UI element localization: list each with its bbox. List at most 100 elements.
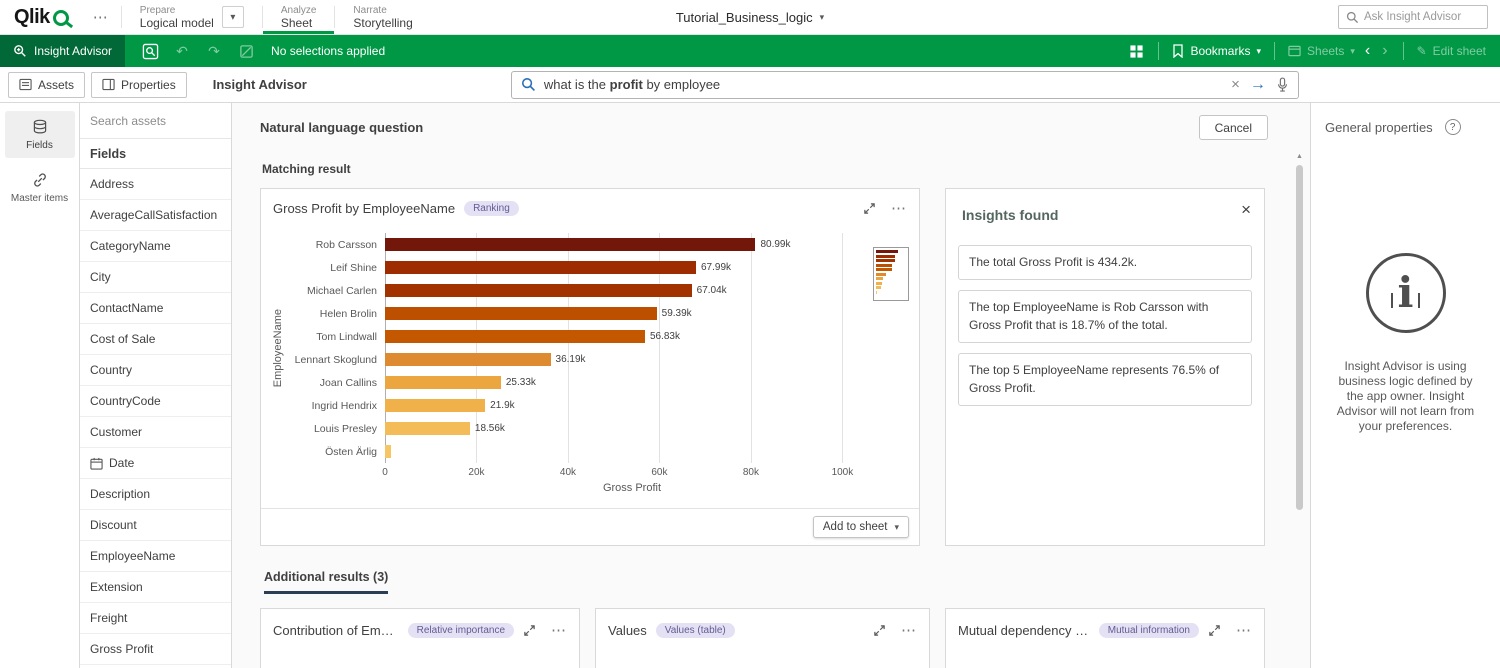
search-assets-input[interactable] [90,114,221,128]
app-title-button[interactable]: Tutorial_Business_logic ▾ [676,0,824,35]
more-icon: ⋯ [93,8,109,26]
previous-sheet-button[interactable]: ‹ [1359,43,1376,59]
cancel-button[interactable]: Cancel [1199,115,1268,140]
content-area: Fields Master items Fields AddressAverag… [0,103,1500,668]
field-item[interactable]: Description [80,479,231,510]
field-item[interactable]: Cost of Sale [80,324,231,355]
logical-model-dropdown-button[interactable]: ▾ [222,6,244,28]
field-item[interactable]: Gross Profit [80,634,231,665]
bookmarks-button[interactable]: Bookmarks ▾ [1168,44,1265,58]
nav-narrate[interactable]: Narrate Storytelling [335,0,430,34]
field-item[interactable]: EmployeeName [80,541,231,572]
bar[interactable] [385,261,696,274]
sidebar-item-label: Fields [26,140,53,151]
assets-tab-button[interactable]: Assets [8,72,85,98]
sub-header: Assets Properties Insight Advisor what i… [0,67,1500,103]
x-tick-label: 40k [560,467,576,478]
expand-icon[interactable] [523,624,536,637]
clear-selections-button[interactable] [233,40,259,62]
category-label: Östen Ärlig [289,440,385,463]
sheets-button[interactable]: Sheets ▾ [1284,44,1359,58]
search-assets-box[interactable] [80,103,231,139]
additional-result-card: ValuesValues (table)⋯ [595,608,930,668]
expand-icon[interactable] [863,202,876,215]
step-back-button[interactable]: ↶ [169,40,195,62]
bar-chart: EmployeeName Rob CarssonLeif ShineMichae… [261,221,919,508]
x-tick-label: 80k [743,467,759,478]
field-item[interactable]: Customer [80,417,231,448]
submit-search-button[interactable]: → [1250,76,1266,94]
scroll-up-arrow[interactable]: ▲ [1296,153,1303,160]
step-forward-button[interactable]: ↷ [201,40,227,62]
bar-row: 67.04k [385,279,879,302]
clear-search-button[interactable]: × [1231,76,1240,93]
field-item[interactable]: Discount [80,510,231,541]
field-item[interactable]: City [80,262,231,293]
nav-analyze[interactable]: Analyze Sheet [263,0,335,34]
nav-prepare[interactable]: Prepare Logical model ▾ [122,0,262,34]
redo-icon: ↷ [208,43,220,60]
sidebar-item-master-items[interactable]: Master items [5,164,75,211]
qlik-logo: Qlik [0,0,81,34]
bar[interactable] [385,307,657,320]
card-badge: Values (table) [656,623,735,638]
scrollbar-thumb[interactable] [1296,165,1303,510]
close-insights-button[interactable]: × [1241,201,1251,218]
bar[interactable] [385,238,755,251]
chart-menu-button[interactable]: ⋯ [891,199,907,217]
link-icon [32,172,48,188]
bar[interactable] [385,445,391,458]
chart-suggestions-grid-button[interactable] [1123,40,1149,62]
bookmark-icon [1172,44,1184,58]
selections-tool-button[interactable] [137,40,163,62]
additional-results-tab[interactable]: Additional results (3) [264,570,388,594]
field-item[interactable]: CategoryName [80,231,231,262]
navigator-bar [876,273,886,276]
field-item[interactable]: ContactName [80,293,231,324]
undo-icon: ↶ [176,43,188,60]
field-item[interactable]: Freight [80,603,231,634]
ranking-badge: Ranking [464,201,519,216]
sidebar-item-fields[interactable]: Fields [5,111,75,158]
add-to-sheet-button[interactable]: Add to sheet ▾ [813,516,909,538]
field-item[interactable]: Extension [80,572,231,603]
bar[interactable] [385,284,692,297]
expand-icon[interactable] [1208,624,1221,637]
microphone-button[interactable] [1276,77,1289,93]
field-item-label: EmployeeName [90,549,175,563]
insight-advisor-button[interactable]: Insight Advisor [0,35,125,67]
expand-icon[interactable] [873,624,886,637]
additional-cards-row: Contribution of Employ...Relative import… [260,608,1268,668]
next-sheet-button[interactable]: › [1376,43,1393,59]
properties-tab-button[interactable]: Properties [91,72,187,98]
chart-navigator[interactable] [873,247,909,301]
nlq-search-field[interactable]: what is the profit by employee × → [511,71,1299,99]
card-menu-button[interactable]: ⋯ [551,621,567,639]
field-item[interactable]: Address [80,169,231,200]
field-item[interactable]: Date [80,448,231,479]
vertical-scrollbar[interactable]: ▲ [1295,155,1305,662]
help-button[interactable]: ? [1445,119,1461,135]
bar[interactable] [385,399,485,412]
card-menu-button[interactable]: ⋯ [1236,621,1252,639]
card-menu-button[interactable]: ⋯ [901,621,917,639]
bar[interactable] [385,353,551,366]
edit-sheet-button[interactable]: ✎ Edit sheet [1413,44,1490,58]
app-title: Tutorial_Business_logic [676,10,813,25]
global-menu-button[interactable]: ⋯ [81,0,121,34]
field-item[interactable]: CountryCode [80,386,231,417]
bar-value-label: 21.9k [490,400,514,411]
bar[interactable] [385,422,470,435]
field-item-label: CategoryName [90,239,171,253]
ask-insight-advisor-input[interactable] [1364,11,1480,23]
bar[interactable] [385,330,645,343]
bar[interactable] [385,376,501,389]
field-item-label: City [90,270,111,284]
bar-row: 80.99k [385,233,879,256]
ask-insight-advisor-box[interactable] [1338,5,1488,29]
bar-value-label: 25.33k [506,377,536,388]
field-item[interactable]: Country [80,355,231,386]
field-item[interactable]: AverageCallSatisfaction [80,200,231,231]
category-label: Joan Callins [289,371,385,394]
general-properties-title: General properties [1325,120,1433,135]
